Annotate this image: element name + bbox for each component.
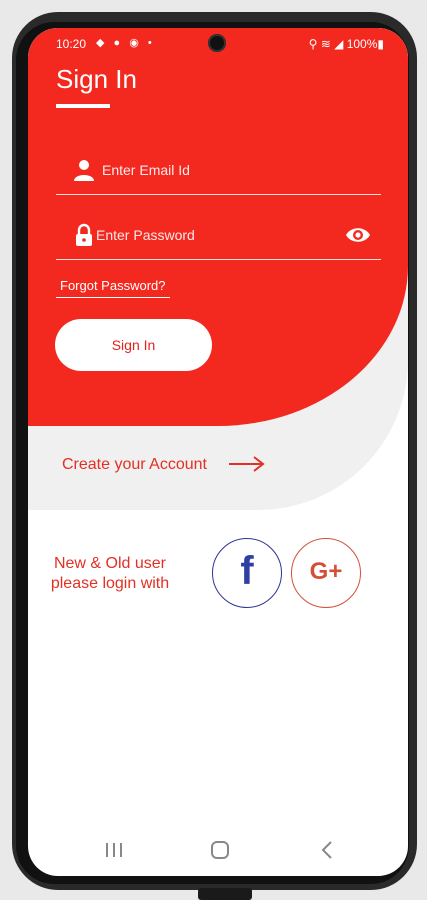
google-plus-login-button[interactable]: G+ bbox=[291, 538, 361, 608]
back-icon[interactable] bbox=[314, 838, 342, 862]
arrow-right-icon[interactable] bbox=[228, 455, 266, 473]
password-field bbox=[56, 211, 381, 260]
caption-line-1: New & Old user bbox=[53, 555, 167, 572]
facebook-icon: f bbox=[240, 549, 254, 593]
app-screen: 10:20 ◆ ● ◉ • ⚲ ≋ ◢ 100%▮ Sign In Forgot… bbox=[28, 28, 408, 876]
forgot-password-link[interactable]: Forgot Password? bbox=[56, 278, 170, 298]
phone-bottom-connector bbox=[198, 888, 252, 900]
recents-icon[interactable] bbox=[100, 838, 128, 862]
social-login-caption: New & Old user please login with bbox=[40, 554, 180, 594]
status-bar: 10:20 ◆ ● ◉ • ⚲ ≋ ◢ 100%▮ bbox=[28, 34, 408, 54]
front-camera bbox=[208, 34, 226, 52]
status-time: 10:20 bbox=[56, 37, 87, 51]
system-nav-bar bbox=[28, 836, 408, 864]
email-input[interactable] bbox=[100, 156, 334, 184]
user-icon bbox=[74, 160, 94, 181]
home-icon[interactable] bbox=[206, 838, 234, 862]
email-field bbox=[56, 146, 381, 195]
system-status-icons: ⚲ ≋ ◢ 100%▮ bbox=[308, 37, 384, 51]
google-plus-icon: G+ bbox=[309, 558, 343, 585]
password-input[interactable] bbox=[94, 221, 328, 249]
eye-icon[interactable] bbox=[345, 225, 371, 245]
sign-in-button[interactable]: Sign In bbox=[55, 319, 212, 371]
facebook-login-button[interactable]: f bbox=[212, 538, 282, 608]
page-title: Sign In bbox=[56, 64, 137, 94]
caption-line-2: please login with bbox=[50, 575, 170, 592]
create-account-link[interactable]: Create your Account bbox=[62, 456, 207, 474]
notification-icons: ◆ ● ◉ • bbox=[96, 37, 155, 49]
title-underline bbox=[56, 104, 110, 108]
lock-icon bbox=[76, 223, 92, 246]
